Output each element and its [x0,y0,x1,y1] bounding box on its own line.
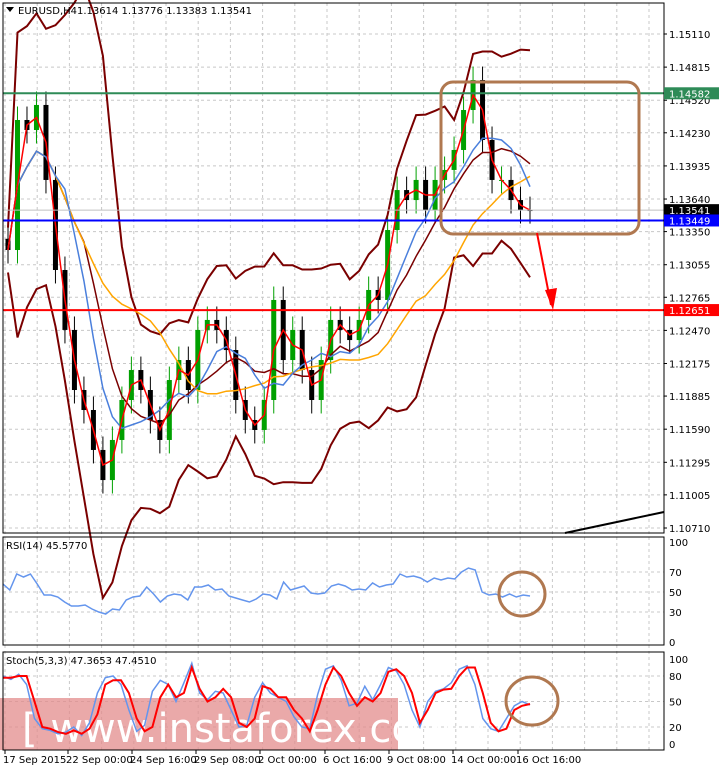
x-tick-label: 24 Sep 16:00 [130,755,197,766]
resistance-price-label: 1.14582 [669,89,710,100]
rsi-panel [2,567,531,615]
y-tick-label: 0 [669,638,675,649]
y-tick-label: 20 [669,723,682,734]
indicator-title: Stoch(5,3,3) 47.3653 47.4510 [6,656,157,667]
y-tick-label: 1.14815 [669,63,710,74]
y-tick-label: 1.12765 [669,293,710,304]
support-price-label: 1.13449 [669,216,710,227]
y-tick-label: 1.13055 [669,261,710,272]
y-tick-label: 1.13935 [669,162,710,173]
grid [3,3,664,750]
indicator-title: RSI(14) 45.5770 [6,541,87,552]
x-tick-label: 6 Oct 16:00 [323,755,382,766]
y-tick-label: 1.11295 [669,458,710,469]
down-arrow-head [545,288,557,310]
y-tick-label: 50 [669,588,682,599]
x-tick-label: 14 Oct 00:00 [451,755,516,766]
y-tick-label: 1.10710 [669,524,710,535]
x-tick-label: 29 Sep 08:00 [194,755,261,766]
y-tick-label: 0 [669,740,675,751]
x-tick-label: 2 Oct 00:00 [258,755,317,766]
x-tick-label: 17 Sep 2015 [3,755,66,766]
y-tick-label: 100 [669,655,688,666]
y-tick-label: 100 [669,538,688,549]
header: EURUSD,H4 1.13614 1.13776 1.13383 1.1354… [6,6,252,17]
y-tick-label: 1.11590 [669,425,710,436]
y-tick-label: 70 [669,568,682,579]
ohlc-label: 1.13614 1.13776 1.13383 1.13541 [77,6,252,17]
y-tick-label: 80 [669,672,682,683]
axes: 1.151101.148151.145201.142301.139351.136… [2,2,719,766]
chart-canvas: [ www.instaforex.com ] 1.151101.148151.1… [0,0,719,766]
y-tick-label: 1.13350 [669,228,710,239]
y-tick-label: 1.11885 [669,392,710,403]
y-tick-label: 30 [669,608,682,619]
collapse-triangle-icon[interactable] [6,7,14,12]
trend-line [564,511,665,534]
y-tick-label: 50 [669,698,682,709]
x-tick-label: 22 Sep 00:00 [66,755,133,766]
y-tick-label: 1.12175 [669,360,710,371]
target-price-label: 1.12651 [669,306,710,317]
y-tick-label: 1.15110 [669,30,710,41]
x-tick-label: 9 Oct 08:00 [387,755,446,766]
y-tick-label: 1.12470 [669,326,710,337]
x-tick-label: 16 Oct 16:00 [516,755,581,766]
y-tick-label: 1.14230 [669,129,710,140]
symbol-label: EURUSD,H4 [18,6,77,17]
rsi-line [2,567,531,615]
price-panel [3,0,664,601]
y-tick-label: 1.11005 [669,491,710,502]
rsi-circle [497,570,547,618]
